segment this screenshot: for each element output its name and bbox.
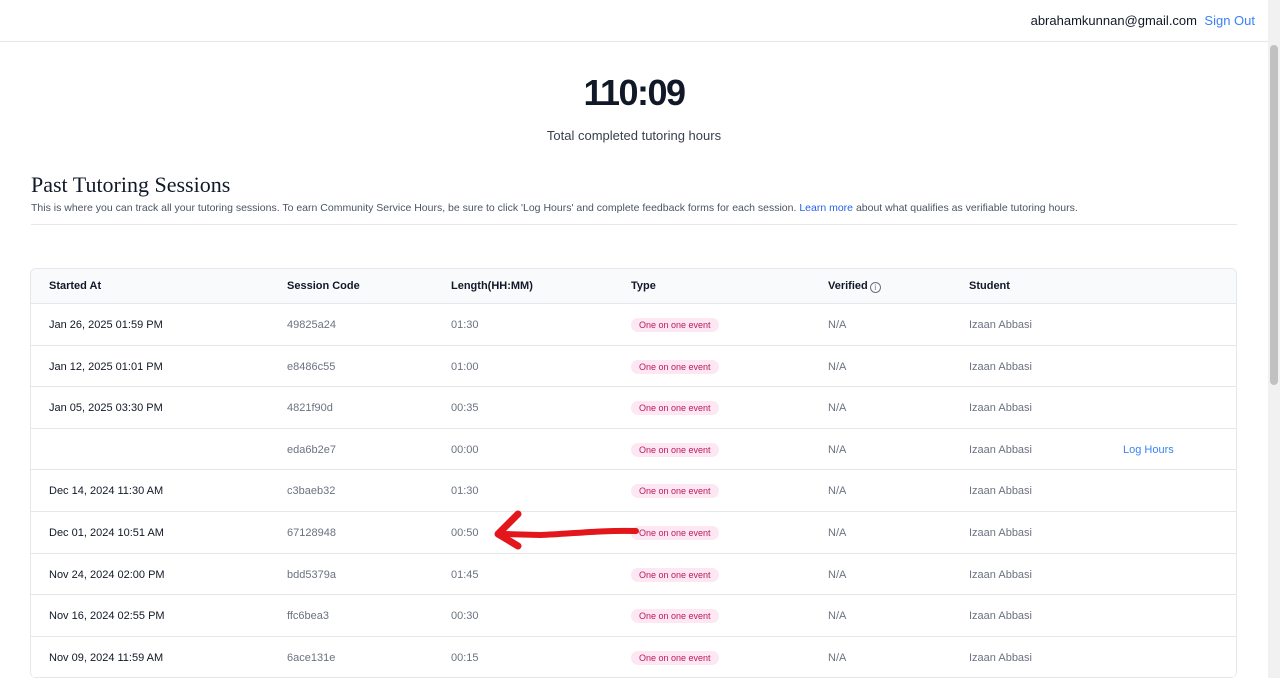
- top-bar: abrahamkunnan@gmail.com Sign Out: [0, 0, 1268, 42]
- cell-student: Izaan Abbasi: [969, 402, 1032, 415]
- cell-length: 01:00: [451, 360, 479, 373]
- col-started-at: Started At: [49, 280, 102, 292]
- type-badge: One on one event: [631, 401, 719, 416]
- total-hours-value: 110:09: [583, 72, 686, 113]
- sign-out-link[interactable]: Sign Out: [1204, 13, 1255, 28]
- cell-student: Izaan Abbasi: [969, 360, 1032, 373]
- col-session-code: Session Code: [287, 280, 360, 292]
- cell-started-at: Nov 24, 2024 02:00 PM: [49, 568, 165, 581]
- table-row: Nov 09, 2024 11:59 AM 6ace131e 00:15 One on…: [31, 637, 1236, 678]
- user-email: abrahamkunnan@gmail.com: [1030, 13, 1197, 28]
- cell-started-at: Dec 01, 2024 10:51 AM: [49, 526, 164, 539]
- cell-student: Izaan Abbasi: [969, 610, 1032, 623]
- cell-length: 00:15: [451, 651, 479, 664]
- cell-length: 01:30: [451, 319, 479, 331]
- cell-student: Izaan Abbasi: [969, 485, 1032, 498]
- type-badge: One on one event: [631, 525, 719, 540]
- sessions-table: Started At Session Code Length(HH:MM) Ty…: [30, 268, 1237, 678]
- total-hours-label: Total completed tutoring hours: [546, 128, 722, 143]
- cell-verified: N/A: [828, 360, 847, 373]
- info-icon[interactable]: i: [869, 282, 881, 293]
- cell-verified: N/A: [828, 568, 847, 581]
- cell-session-code: 49825a24: [287, 319, 336, 331]
- cell-verified: N/A: [828, 319, 847, 331]
- description-text: This is where you can track all your tut…: [31, 202, 800, 214]
- cell-verified: N/A: [828, 526, 847, 539]
- cell-session-code: eda6b2e7: [287, 443, 336, 456]
- learn-more-link[interactable]: Learn more: [799, 202, 853, 214]
- cell-verified: N/A: [828, 485, 847, 498]
- page-title: Past Tutoring Sessions: [31, 172, 231, 197]
- cell-started-at: Nov 09, 2024 11:59 AM: [49, 651, 164, 664]
- cell-verified: N/A: [828, 402, 847, 415]
- cell-started-at: Jan 05, 2025 03:30 PM: [49, 402, 163, 415]
- cell-started-at: Nov 16, 2024 02:55 PM: [49, 610, 165, 623]
- type-badge: One on one event: [631, 359, 719, 374]
- cell-started-at: Jan 12, 2025 01:01 PM: [49, 360, 163, 373]
- col-verified: Verified i: [828, 280, 881, 293]
- col-verified-label: Verified: [828, 280, 868, 292]
- cell-length: 01:30: [451, 485, 479, 498]
- cell-student: Izaan Abbasi: [969, 443, 1032, 456]
- table-header: Started At Session Code Length(HH:MM) Ty…: [31, 269, 1236, 304]
- cell-started-at: Jan 26, 2025 01:59 PM: [49, 319, 163, 331]
- cell-session-code: 4821f90d: [287, 402, 333, 415]
- cell-length: 00:30: [451, 610, 479, 623]
- type-badge: One on one event: [631, 650, 719, 665]
- cell-session-code: e8486c55: [287, 360, 336, 373]
- cell-length: 00:00: [451, 443, 479, 456]
- cell-session-code: 6ace131e: [287, 651, 336, 664]
- table-row: Jan 05, 2025 03:30 PM 4821f90d 00:35 One on…: [31, 387, 1236, 429]
- cell-length: 00:35: [451, 402, 479, 415]
- type-badge: One on one event: [631, 442, 719, 457]
- col-length: Length(HH:MM): [451, 280, 533, 292]
- log-hours-link[interactable]: Log Hours: [1123, 444, 1174, 456]
- section-description: This is where you can track all your tut…: [31, 202, 1078, 214]
- divider: [31, 224, 1237, 225]
- table-row: Dec 14, 2024 11:30 AM c3baeb32 01:30 One on…: [31, 470, 1236, 512]
- col-student: Student: [969, 280, 1010, 292]
- cell-student: Izaan Abbasi: [969, 526, 1032, 539]
- cell-length: 00:50: [451, 526, 479, 539]
- cell-session-code: bdd5379a: [287, 568, 336, 581]
- page-scrollbar[interactable]: [1268, 0, 1280, 678]
- table-row: Nov 16, 2024 02:55 PM ffc6bea3 00:30 One on…: [31, 595, 1236, 637]
- cell-student: Izaan Abbasi: [969, 651, 1032, 664]
- col-type: Type: [631, 280, 656, 292]
- cell-student: Izaan Abbasi: [969, 568, 1032, 581]
- cell-session-code: ffc6bea3: [287, 610, 330, 623]
- table-body: Jan 26, 2025 01:59 PM 49825a24 01:30 One on…: [31, 304, 1236, 678]
- table-row: Dec 01, 2024 10:51 AM 67128948 00:50 One on…: [31, 512, 1236, 554]
- table-row: Jan 12, 2025 01:01 PM e8486c55 01:00 One on…: [31, 346, 1236, 388]
- scrollbar-thumb[interactable]: [1270, 45, 1278, 385]
- cell-session-code: c3baeb32: [287, 485, 336, 498]
- cell-verified: N/A: [828, 443, 847, 456]
- cell-length: 01:45: [451, 568, 479, 581]
- cell-started-at: Dec 14, 2024 11:30 AM: [49, 485, 164, 498]
- type-badge: One on one event: [631, 609, 719, 624]
- cell-student: Izaan Abbasi: [969, 319, 1032, 331]
- cell-verified: N/A: [828, 651, 847, 664]
- type-badge: One on one event: [631, 567, 719, 582]
- table-row: eda6b2e7 00:00 One on one event N/A Izaan Ab…: [31, 429, 1236, 471]
- type-badge: One on one event: [631, 318, 719, 332]
- type-badge: One on one event: [631, 484, 719, 499]
- cell-verified: N/A: [828, 610, 847, 623]
- cell-session-code: 67128948: [287, 526, 336, 539]
- table-row: Jan 26, 2025 01:59 PM 49825a24 01:30 One on…: [31, 304, 1236, 346]
- table-row: Nov 24, 2024 02:00 PM bdd5379a 01:45 One on…: [31, 554, 1236, 596]
- description-text-end: about what qualifies as verifiable tutor…: [853, 202, 1078, 214]
